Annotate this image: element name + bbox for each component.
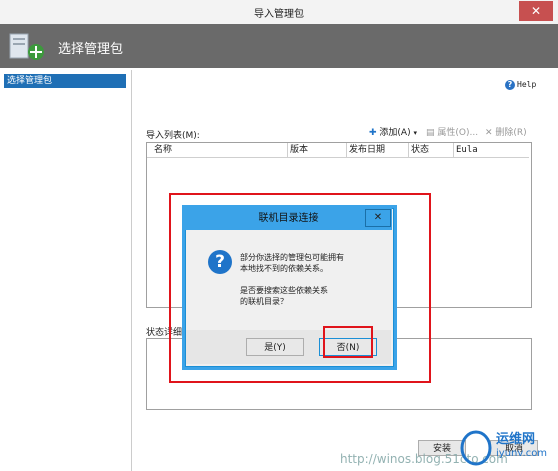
delete-icon: ✕ [485, 128, 493, 138]
delete-button[interactable]: ✕ 删除(R) [485, 125, 527, 138]
window-close-button[interactable]: ✕ [519, 1, 553, 21]
column-header-name[interactable]: 名称 [154, 143, 172, 157]
step-select-management-pack[interactable]: 选择管理包 [4, 74, 126, 88]
yes-button[interactable]: 是(Y) [246, 338, 304, 356]
window-title: 导入管理包 [254, 9, 304, 20]
delete-label: 删除(R) [495, 128, 527, 138]
properties-button[interactable]: ▤ 属性(O)... [426, 125, 478, 138]
page-title: 选择管理包 [58, 42, 124, 57]
properties-label: 属性(O)... [437, 128, 479, 138]
chevron-down-icon: ▾ [413, 129, 417, 137]
help-icon[interactable]: ? [505, 80, 515, 90]
column-divider [346, 143, 347, 157]
dialog-close-button[interactable]: ✕ [365, 209, 391, 227]
add-label: 添加(A) [379, 128, 411, 138]
help-link[interactable]: Help [517, 80, 536, 89]
column-header-release-date[interactable]: 发布日期 [349, 143, 385, 157]
column-divider [287, 143, 288, 157]
dialog-message-line: 是否要搜索这些依赖关系 [240, 286, 328, 295]
no-button-highlight [323, 326, 373, 358]
column-divider [453, 143, 454, 157]
dialog-message: 部分你选择的管理包可能拥有 本地找不到的依赖关系。 是否要搜索这些依赖关系 的联… [240, 252, 344, 307]
site-name: 运维网 [496, 432, 536, 447]
column-header-status[interactable]: 状态 [411, 143, 429, 157]
wizard-steps-panel [0, 70, 132, 471]
column-header-eula[interactable]: Eula [456, 143, 478, 157]
dialog-message-line: 的联机目录？ [240, 297, 288, 306]
site-logo: 运维网 iyunv.com [460, 426, 556, 468]
dialog-message-line: 本地找不到的依赖关系。 [240, 264, 328, 273]
add-button[interactable]: ✚ 添加(A) ▾ [369, 125, 417, 138]
dialog-title: 联机目录连接 [185, 208, 392, 230]
dialog-message-line: 部分你选择的管理包可能拥有 [240, 253, 344, 262]
import-list-label: 导入列表(M): [146, 131, 200, 141]
question-icon: ? [208, 250, 232, 274]
column-header-version[interactable]: 版本 [290, 143, 308, 157]
column-divider [408, 143, 409, 157]
site-domain: iyunv.com [496, 448, 548, 459]
management-pack-icon [9, 33, 44, 60]
plus-icon: ✚ [369, 128, 377, 138]
properties-icon: ▤ [426, 128, 435, 138]
